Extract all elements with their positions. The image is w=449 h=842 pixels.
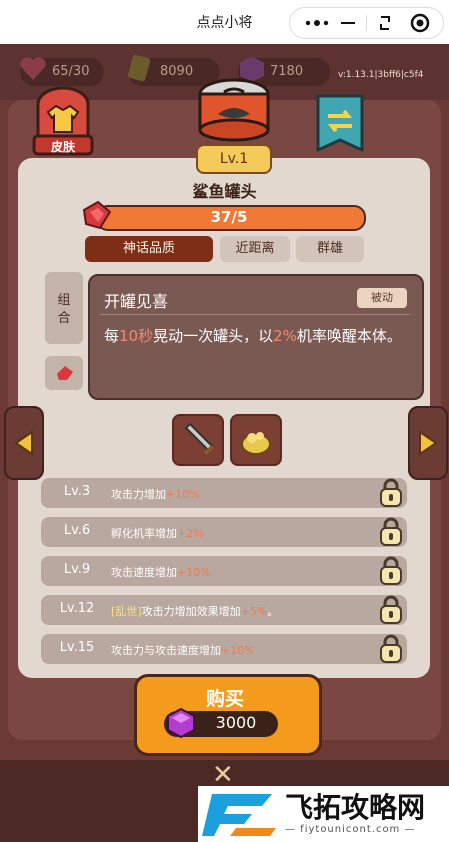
lock-icon <box>380 595 402 624</box>
skin-label: 皮肤 <box>50 140 75 154</box>
stamina-value: 65/30 <box>52 64 90 79</box>
skill-title: 开罐见喜 <box>104 292 169 311</box>
level-row: Lv.15 攻击力与攻击速度增加+10% <box>41 634 407 664</box>
reload-icon[interactable] <box>376 14 394 32</box>
level-number: Lv.15 <box>59 640 95 655</box>
gem-icon <box>166 707 196 739</box>
swap-icon <box>316 94 364 153</box>
tag-range: 近距离 <box>220 236 290 262</box>
level-number: Lv.9 <box>63 562 91 577</box>
shard-small-icon <box>57 366 73 380</box>
previous-hero-button[interactable] <box>4 406 44 480</box>
level-row: Lv.3 攻击力增加+10% <box>41 478 407 508</box>
minimize-icon[interactable] <box>340 16 356 30</box>
buy-label: 购买 <box>205 688 244 710</box>
heart-icon <box>20 57 46 80</box>
level-bonus: 攻击力与攻击速度增加+10% <box>111 644 255 657</box>
gold-bars-icon <box>127 54 151 82</box>
shark-can-icon <box>198 78 270 142</box>
level-bonus: 攻击力增加+10% <box>111 488 200 501</box>
skill-slot-attack[interactable] <box>172 414 224 466</box>
tag-faction: 群雄 <box>296 236 364 262</box>
chevron-right-icon <box>419 430 438 456</box>
gem-value: 7180 <box>270 64 304 79</box>
watermark-url: — fiytounicont.com — <box>285 824 416 835</box>
watermark-text: 飞拓攻略网 <box>285 791 426 824</box>
more-icon[interactable] <box>304 17 330 29</box>
level-bonus: 攻击速度增加+10% <box>111 566 211 579</box>
shard-icon <box>78 196 114 232</box>
lock-icon <box>380 478 402 507</box>
combo-label: 组合 <box>57 293 71 326</box>
combo-slot[interactable] <box>45 356 83 390</box>
level-number: Lv.6 <box>63 523 91 538</box>
level-number: Lv.12 <box>59 601 95 616</box>
watermark-logo-icon <box>202 794 276 836</box>
lock-icon <box>380 634 402 663</box>
gold-value: 8090 <box>160 64 194 79</box>
level-bonus: [乱世]攻击力增加效果增加+5%。 <box>111 605 279 618</box>
next-hero-button[interactable] <box>408 406 448 480</box>
level-row: Lv.12 [乱世]攻击力增加效果增加+5%。 <box>41 595 407 625</box>
stamina-pill: 65/30 <box>20 57 104 86</box>
lock-icon <box>380 517 402 546</box>
version-text: v:1.13.1|3bff6|c5f4 <box>338 70 424 80</box>
sword-icon <box>184 422 214 455</box>
skill-description: 每10秒晃动一次罐头，以2%机率唤醒本体。 <box>104 327 402 345</box>
level-row: Lv.9 攻击速度增加+10% <box>41 556 407 586</box>
divider <box>100 314 410 315</box>
tag-quality: 神话品质 <box>85 236 213 262</box>
treasure-icon <box>241 432 271 455</box>
chevron-left-icon <box>14 430 33 456</box>
close-mini-program-icon[interactable] <box>410 13 430 33</box>
level-number: Lv.3 <box>63 484 91 499</box>
hero-portrait <box>196 76 272 142</box>
xp-text: 37/5 <box>210 208 248 226</box>
price-value: 3000 <box>215 713 257 732</box>
skill-type-tag: 被动 <box>357 288 407 308</box>
skin-button[interactable]: 皮肤 <box>30 86 96 156</box>
level-bonus: 孵化机率增加+2% <box>111 527 204 540</box>
capsule-menu <box>289 7 444 39</box>
swap-hero-button[interactable] <box>316 94 364 153</box>
skill-slot-passive[interactable] <box>230 414 282 466</box>
lock-icon <box>380 556 402 585</box>
level-row: Lv.6 孵化机率增加+2% <box>41 517 407 547</box>
hero-name: 鲨鱼罐头 <box>192 182 257 201</box>
level-badge: Lv.1 <box>196 144 272 174</box>
